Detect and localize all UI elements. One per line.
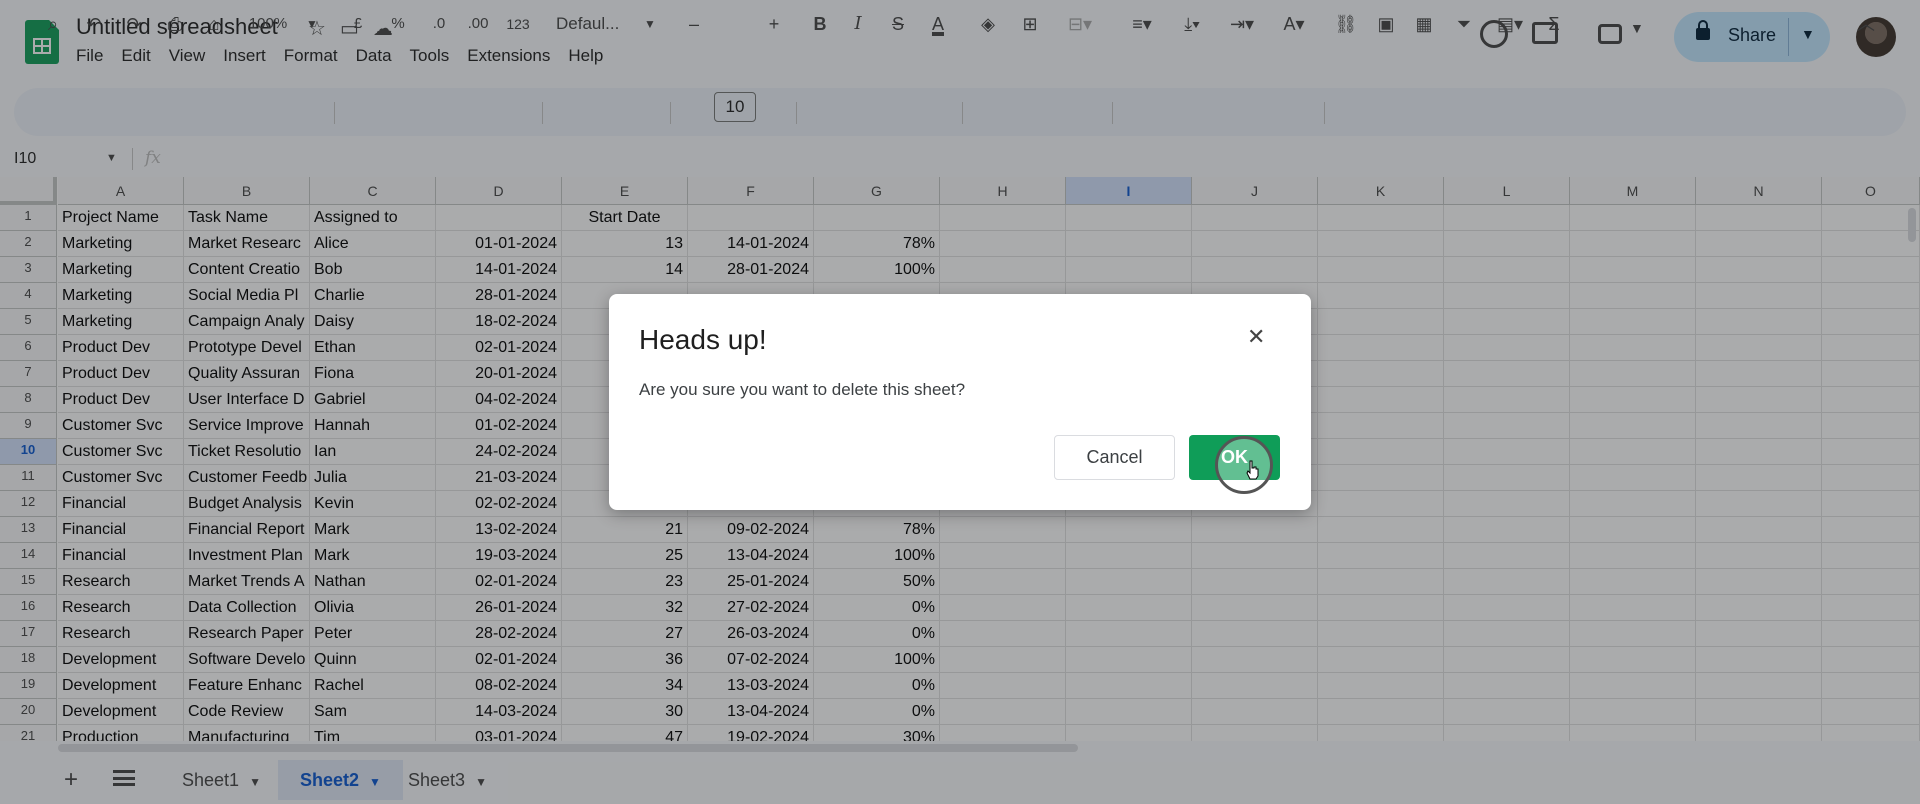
dialog-message: Are you sure you want to delete this she… — [639, 380, 966, 399]
click-indicator — [1215, 436, 1273, 494]
cancel-button[interactable]: Cancel — [1054, 435, 1175, 480]
close-icon[interactable]: ✕ — [1247, 324, 1265, 350]
hand-cursor-icon — [1246, 460, 1259, 480]
delete-sheet-dialog: Heads up! ✕ Are you sure you want to del… — [609, 294, 1311, 510]
dialog-title: Heads up! — [639, 324, 767, 355]
